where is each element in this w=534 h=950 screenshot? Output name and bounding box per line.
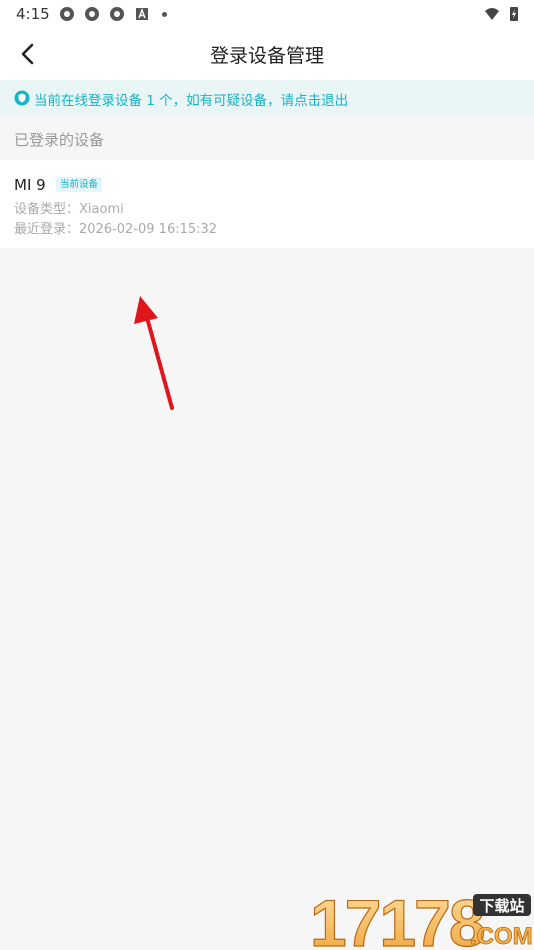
- device-name: MI 9: [14, 176, 46, 194]
- device-list-item[interactable]: MI 9 当前设备 设备类型：Xiaomi 最近登录：2026-02-09 16…: [0, 160, 534, 248]
- watermark-tag: 下载站: [479, 897, 524, 915]
- red-annotation-arrow-icon: [134, 296, 174, 410]
- wifi-icon: [485, 8, 499, 20]
- current-device-badge: 当前设备: [56, 177, 103, 192]
- status-bar: 4:15: [0, 0, 534, 28]
- app-notification-icon: [60, 7, 74, 21]
- device-last-login: 最近登录：2026-02-09 16:15:32: [14, 222, 218, 237]
- watermark-domain: .COM: [470, 923, 533, 950]
- notice-text: 当前在线登录设备 1 个，如有可疑设备，请点击退出: [34, 93, 349, 109]
- online-devices-notice: 当前在线登录设备 1 个，如有可疑设备，请点击退出: [0, 80, 534, 116]
- watermark-digits: 17178: [310, 888, 484, 950]
- app-notification-icon: [85, 7, 99, 21]
- 17178-logo-watermark: 17178 下载站 .COM: [309, 888, 533, 950]
- a-notification-icon: [136, 8, 148, 20]
- more-notifications-dot: [162, 12, 167, 17]
- section-label: 已登录的设备: [14, 131, 105, 149]
- device-type: 设备类型：Xiaomi: [14, 202, 124, 217]
- page-title: 登录设备管理: [209, 45, 324, 67]
- shield-icon: [14, 90, 30, 106]
- status-time: 4:15: [16, 5, 50, 23]
- battery-charging-icon: [510, 7, 518, 21]
- title-bar: 登录设备管理: [0, 28, 534, 80]
- app-notification-icon: [110, 7, 124, 21]
